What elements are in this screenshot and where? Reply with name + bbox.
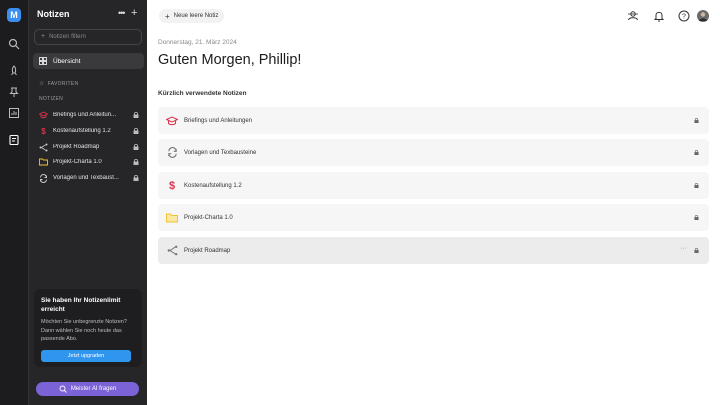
- graduation-cap-icon: [39, 111, 48, 120]
- note-label: Briefings und Anleitun...: [53, 112, 117, 118]
- community-icon[interactable]: [627, 10, 639, 22]
- recent-notes-heading: Kürzlich verwendete Notizen: [158, 90, 247, 97]
- favorites-section: ☆ FAVORITEN: [39, 80, 79, 88]
- recent-note-row[interactable]: Projekt Roadmap ···: [158, 237, 709, 264]
- current-date: Donnerstag, 21. März 2024: [158, 39, 237, 46]
- lock-icon: [694, 248, 699, 253]
- bell-icon[interactable]: [653, 10, 665, 22]
- recent-note-row[interactable]: Vorlagen und Texbausteine: [158, 139, 709, 166]
- lock-icon: [694, 150, 699, 155]
- help-icon[interactable]: ?: [678, 10, 690, 22]
- limit-text: Möchten Sie unbegrenzte Notizen? Dann wä…: [41, 319, 127, 342]
- notes-label: NOTIZEN: [39, 96, 64, 102]
- greeting-title: Guten Morgen, Phillip!: [158, 52, 302, 68]
- note-label: Vorlagen und Texbausteine: [184, 149, 257, 156]
- filter-placeholder: Notizen filtern: [49, 34, 86, 40]
- note-label: Kostenaufstellung 1.2: [53, 128, 111, 134]
- sidebar-note-vorlagen[interactable]: Vorlagen und Texbaust...: [39, 172, 139, 184]
- main-content: + Neue leere Notiz ? Donnerstag, 21. Mär…: [147, 0, 720, 405]
- note-label: Projekt Roadmap: [184, 247, 231, 254]
- sidebar-note-briefings[interactable]: Briefings und Anleitun...: [39, 109, 139, 121]
- notes-sidebar: Notizen ••• + + Notizen filtern Übersich…: [28, 0, 147, 405]
- recent-note-row[interactable]: Projekt-Charta 1.0: [158, 204, 709, 231]
- lock-icon: [133, 112, 139, 118]
- chart-icon[interactable]: [8, 107, 20, 119]
- note-limit-card: Sie haben Ihr Notizenlimit erreicht Möch…: [34, 289, 142, 367]
- favorites-label: FAVORITEN: [47, 80, 79, 87]
- sidebar-note-roadmap[interactable]: Projekt Roadmap: [39, 141, 139, 153]
- sidebar-note-charta[interactable]: Projekt-Charta 1.0: [39, 156, 139, 168]
- sync-icon: [166, 147, 178, 159]
- sidebar-note-kostenaufstellung[interactable]: $ Kostenaufstellung 1.2: [39, 125, 139, 137]
- graduation-cap-icon: [166, 115, 178, 127]
- sidebar-title: Notizen: [37, 9, 70, 19]
- icon-rail: M: [0, 0, 28, 405]
- ai-button-label: Meister AI fragen: [70, 386, 117, 392]
- sidebar-item-overview[interactable]: Übersicht: [33, 53, 144, 69]
- upgrade-button[interactable]: Jetzt upgraden: [41, 349, 131, 362]
- lock-icon: [694, 118, 699, 123]
- lock-icon: [133, 128, 139, 134]
- search-icon[interactable]: [8, 38, 20, 50]
- magic-icon: [59, 385, 67, 393]
- dollar-icon: $: [41, 126, 46, 136]
- row-more-icon[interactable]: ···: [680, 245, 687, 252]
- notes-section: NOTIZEN: [39, 96, 63, 102]
- flow-icon: [166, 245, 178, 257]
- limit-title: Sie haben Ihr Notizenlimit erreicht: [41, 297, 121, 313]
- new-note-label: Neue leere Notiz: [173, 13, 219, 19]
- note-label: Projekt Roadmap: [53, 144, 100, 150]
- folder-icon: [166, 212, 178, 224]
- recent-note-row[interactable]: $ Kostenaufstellung 1.2: [158, 172, 709, 199]
- note-label: Projekt-Charta 1.0: [53, 159, 102, 165]
- notes-filter-input[interactable]: + Notizen filtern: [34, 29, 142, 45]
- rocket-icon[interactable]: [8, 65, 20, 77]
- note-label: Briefings und Anleitungen: [184, 117, 253, 124]
- lock-icon: [133, 144, 139, 150]
- star-icon: ☆: [39, 81, 45, 87]
- plus-icon: +: [165, 11, 170, 21]
- more-options-icon[interactable]: •••: [118, 8, 126, 18]
- grid-icon: [39, 57, 47, 65]
- lock-icon: [694, 215, 699, 220]
- new-note-button[interactable]: + Neue leere Notiz: [159, 9, 225, 23]
- flow-icon: [39, 143, 48, 152]
- svg-text:?: ?: [682, 14, 686, 21]
- lock-icon: [133, 159, 139, 165]
- lock-icon: [694, 183, 699, 188]
- recent-note-row[interactable]: Briefings und Anleitungen: [158, 107, 709, 134]
- note-label: Kostenaufstellung 1.2: [184, 182, 242, 189]
- avatar[interactable]: [697, 10, 709, 22]
- ask-ai-button[interactable]: Meister AI fragen: [36, 382, 139, 396]
- add-note-icon[interactable]: +: [131, 7, 137, 19]
- lock-icon: [133, 175, 139, 181]
- dollar-icon: $: [168, 179, 176, 192]
- overview-label: Übersicht: [53, 57, 81, 65]
- app-logo[interactable]: M: [7, 8, 21, 22]
- plus-icon: +: [41, 33, 46, 40]
- note-label: Projekt-Charta 1.0: [184, 214, 233, 221]
- folder-icon: [39, 158, 48, 167]
- pin-icon[interactable]: [8, 86, 20, 98]
- note-label: Vorlagen und Texbaust...: [53, 175, 119, 181]
- notes-icon[interactable]: [8, 134, 20, 146]
- sync-icon: [39, 173, 48, 183]
